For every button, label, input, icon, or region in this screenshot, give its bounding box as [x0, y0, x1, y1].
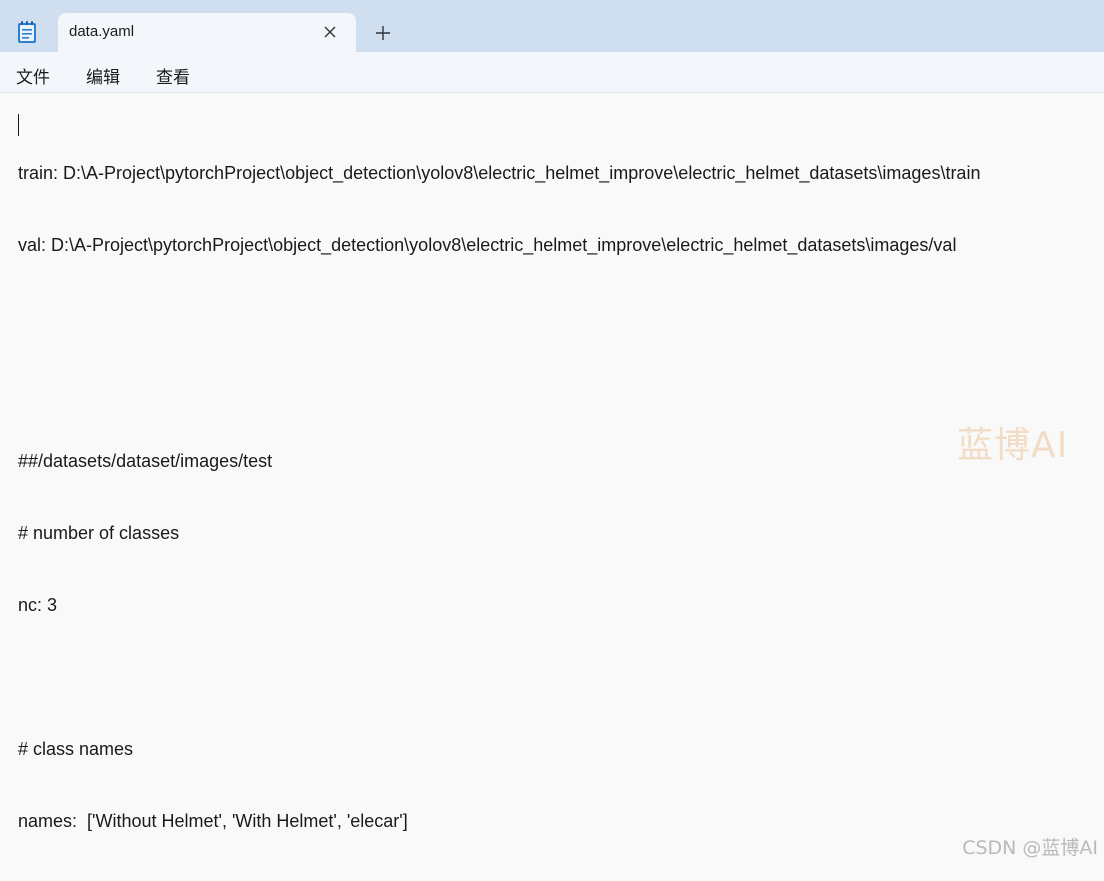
plus-icon[interactable]: [374, 24, 392, 42]
editor-line: # class names: [18, 739, 134, 759]
editor-line: names: ['Without Helmet', 'With Helmet',…: [18, 811, 408, 831]
editor-line: nc: 3: [18, 595, 58, 615]
text-editor[interactable]: train: D:\A-Project\pytorchProject\objec…: [0, 93, 1104, 866]
menu-file[interactable]: 文件: [16, 63, 50, 88]
text-caret: [18, 114, 19, 136]
editor-content[interactable]: train: D:\A-Project\pytorchProject\objec…: [18, 113, 980, 881]
title-bar: data.yaml: [0, 0, 1104, 53]
editor-line: ##/datasets/dataset/images/test: [18, 451, 273, 471]
notepad-icon: [18, 21, 36, 43]
menu-bar: 文件 编辑 查看: [0, 52, 1104, 93]
editor-line: val: D:\A-Project\pytorchProject\object_…: [18, 235, 957, 255]
menu-view[interactable]: 查看: [156, 63, 190, 88]
editor-line: # number of classes: [18, 523, 180, 543]
close-icon[interactable]: [322, 24, 338, 40]
watermark-corner: CSDN @蓝博AI: [962, 837, 1098, 859]
editor-line: train: D:\A-Project\pytorchProject\objec…: [18, 163, 981, 183]
tab-data-yaml[interactable]: data.yaml: [58, 13, 356, 53]
menu-edit[interactable]: 编辑: [86, 63, 120, 88]
tab-title: data.yaml: [69, 23, 135, 40]
watermark-center: 蓝博AI: [957, 425, 1069, 466]
